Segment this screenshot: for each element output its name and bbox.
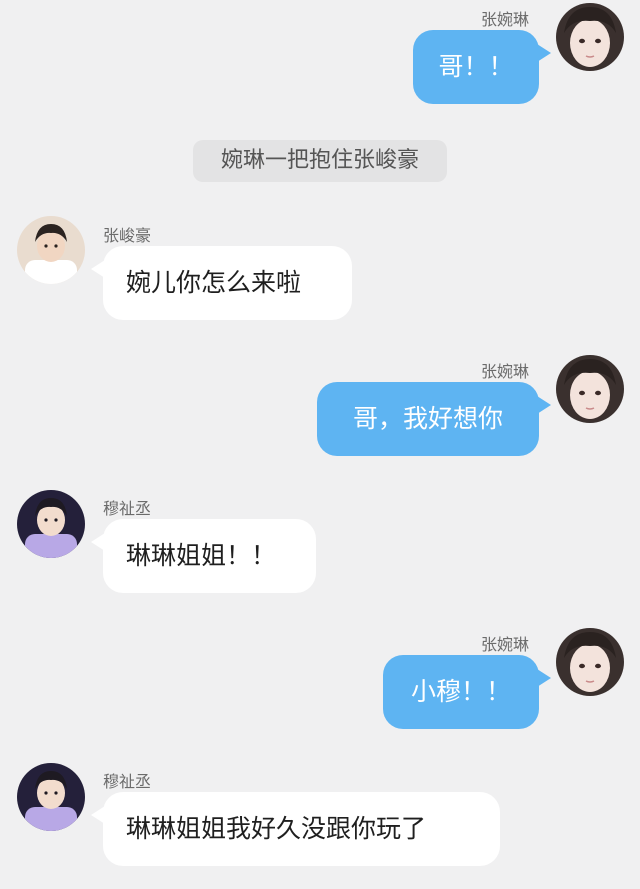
message-bubble[interactable]: 婉儿你怎么来啦: [91, 246, 352, 320]
sender-name: 穆祉丞: [103, 499, 152, 518]
message-bubble[interactable]: 小穆！！: [383, 655, 551, 729]
sender-name: 张峻豪: [103, 226, 152, 245]
girl-avatar[interactable]: [556, 3, 624, 71]
message-bubble[interactable]: 琳琳姐姐我好久没跟你玩了: [91, 792, 500, 866]
boy-avatar-white-shirt[interactable]: [17, 216, 85, 284]
sender-name: 张婉琳: [481, 635, 530, 654]
boy-avatar-purple-shirt[interactable]: [17, 763, 85, 831]
boy-avatar-purple-shirt[interactable]: [17, 490, 85, 558]
girl-avatar[interactable]: [556, 355, 624, 423]
sender-name: 穆祉丞: [103, 772, 152, 791]
sender-name: 张婉琳: [481, 362, 530, 381]
message-bubble[interactable]: 哥！！: [413, 30, 551, 104]
message-bubble[interactable]: 哥，我好想你: [317, 382, 551, 456]
message-bubble[interactable]: 琳琳姐姐！！: [91, 519, 316, 593]
sender-name: 张婉琳: [481, 10, 530, 29]
girl-avatar[interactable]: [556, 628, 624, 696]
system-notice: 婉琳一把抱住张峻豪: [193, 140, 447, 182]
